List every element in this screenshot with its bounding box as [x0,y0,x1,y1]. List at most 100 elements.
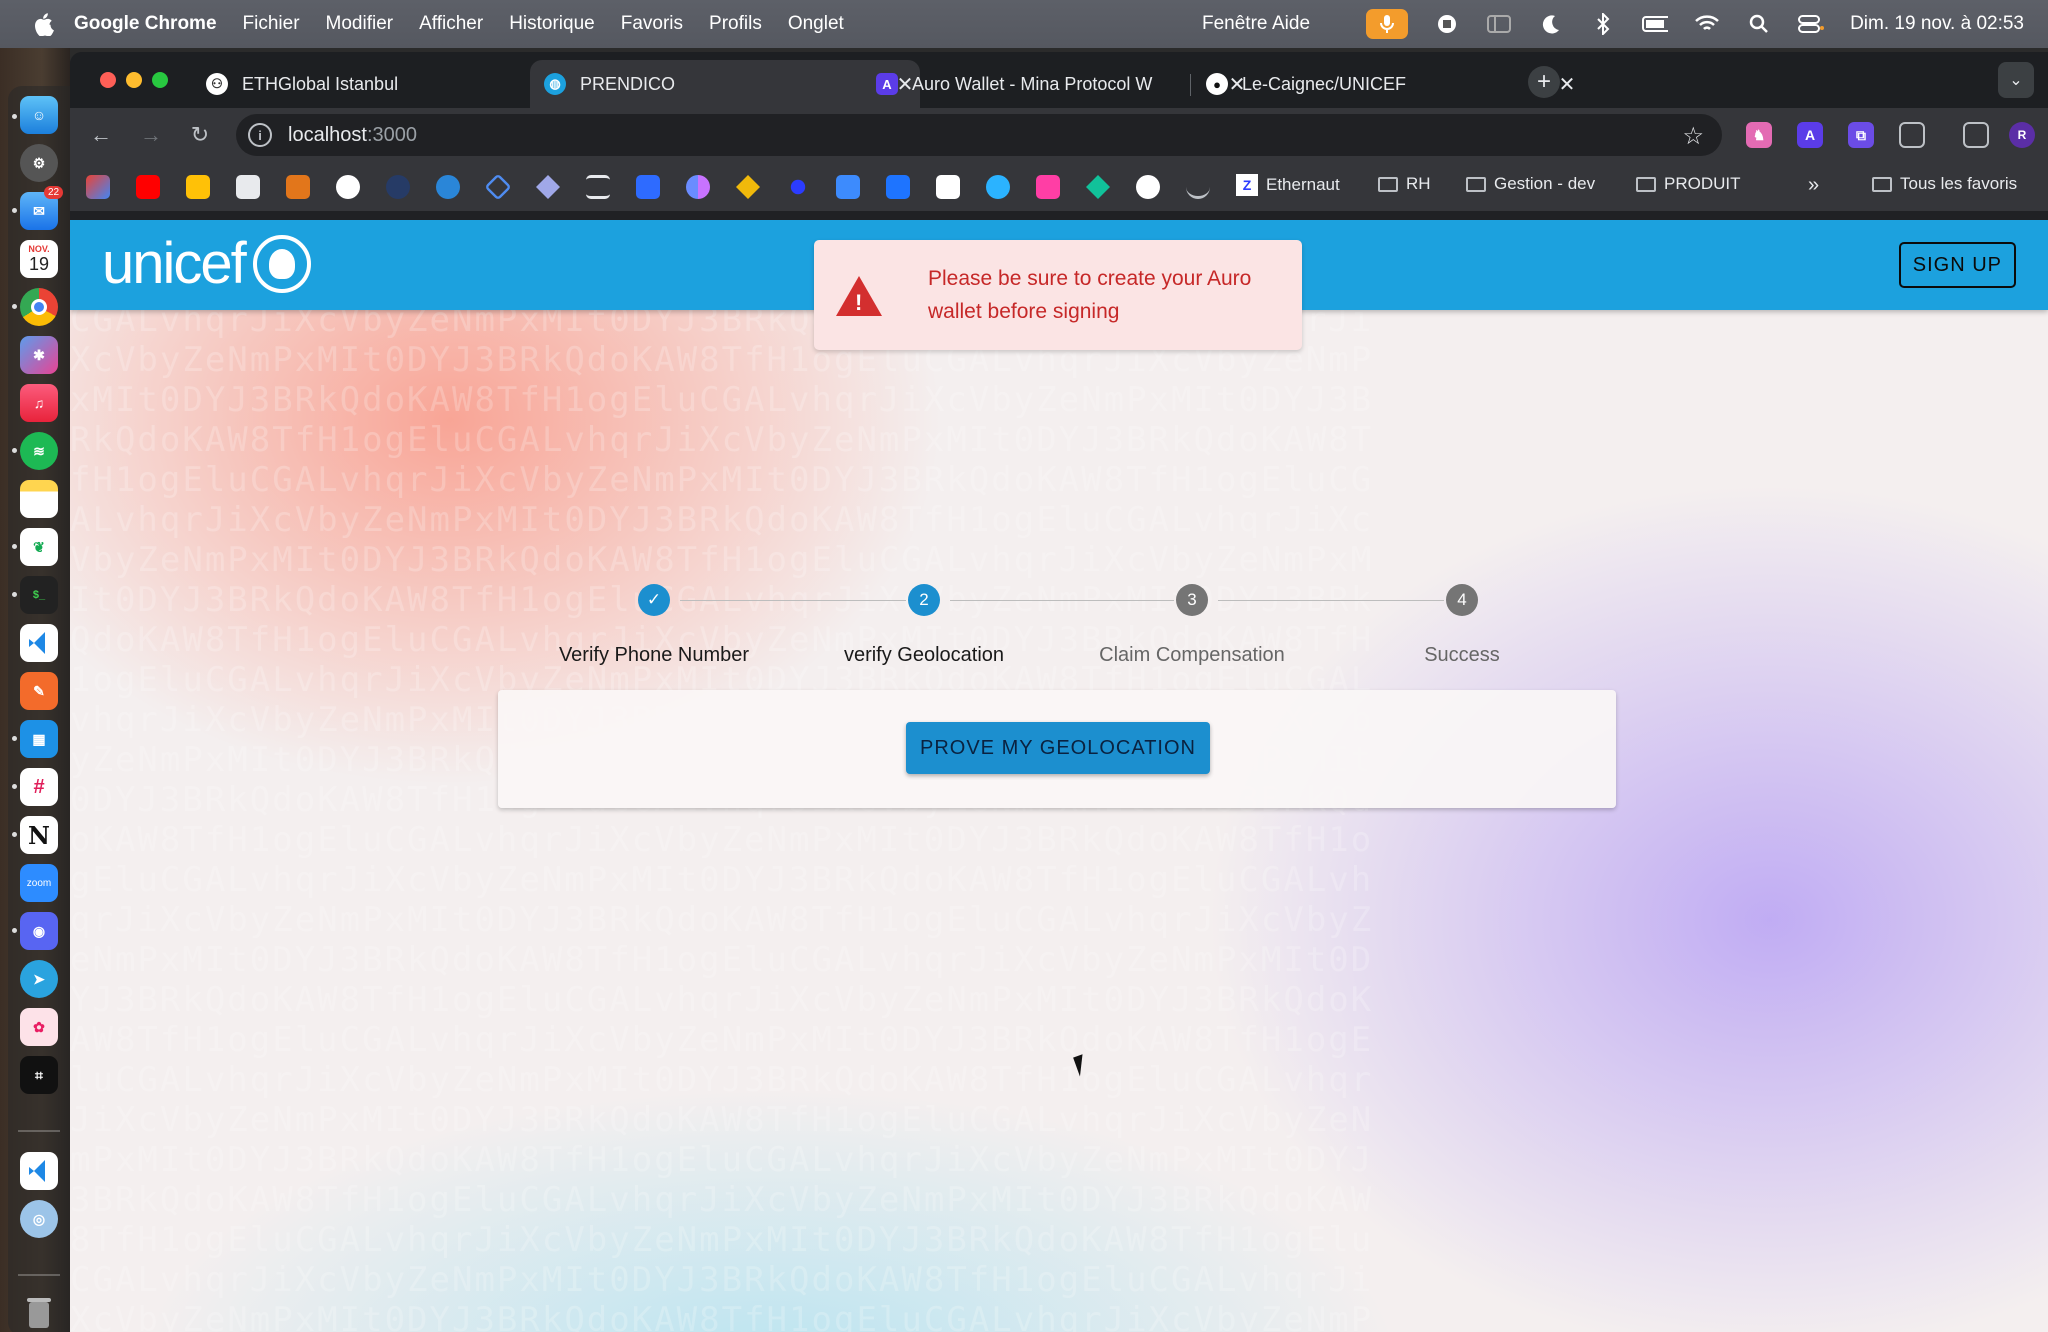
bookmark-icon[interactable] [886,175,910,199]
new-tab-button[interactable]: + [1528,66,1560,98]
profile-avatar[interactable]: R [2009,122,2035,148]
menu-aide[interactable]: Aide [1272,13,1310,35]
back-arrow-icon[interactable]: ← [86,120,116,150]
bookmark-icon[interactable] [936,175,960,199]
extensions-puzzle-icon[interactable] [1899,122,1925,148]
menu-profils[interactable]: Profils [709,13,762,35]
bookmark-icon[interactable] [790,179,806,195]
bookmark-folder-rh[interactable]: RH [1378,174,1431,194]
microphone-icon[interactable] [1366,9,1409,39]
bookmark-icon[interactable] [1136,175,1160,199]
bookmark-icon[interactable] [1036,175,1060,199]
ethereum-bookmark-icon[interactable] [536,175,560,199]
bookmark-icon[interactable] [736,175,760,199]
system-settings-icon[interactable]: ⚙ [20,144,58,182]
metamask-extension-icon[interactable]: ♞ [1746,122,1772,148]
gmail-bookmark-icon[interactable] [86,175,110,199]
bookmark-icon[interactable] [386,175,410,199]
notion-icon[interactable]: N [20,816,58,854]
sign-up-button[interactable]: SIGN UP [1898,242,2016,288]
menu-afficher[interactable]: Afficher [419,13,483,35]
vscode-icon[interactable] [20,624,58,662]
menubar-clock[interactable]: Dim. 19 nov. à 02:53 [1850,13,2024,35]
bookmark-icon[interactable] [636,175,660,199]
stepper-connector [950,600,1174,601]
telegram-icon[interactable]: ➤ [20,960,58,998]
window-close-button[interactable] [100,72,116,88]
spotify-icon[interactable]: ≋ [20,432,58,470]
unicef-logo[interactable]: unicef [102,230,311,297]
finder-icon[interactable]: ☺ [20,96,58,134]
bookmark-icon[interactable] [1086,175,1110,199]
bookmark-ethernaut[interactable]: Z Ethernaut [1236,174,1340,196]
wifi-icon[interactable] [1694,11,1720,37]
moon-icon[interactable] [1538,11,1564,37]
forward-arrow-icon[interactable]: → [136,120,166,150]
metamask-bookmark-icon[interactable] [286,175,310,199]
bookmark-folder-produit[interactable]: PRODUIT [1636,174,1741,194]
bookmark-icon[interactable] [1186,175,1210,199]
reload-icon[interactable]: ↻ [185,120,215,150]
tab-search-chevron-icon[interactable]: ⌄ [1998,62,2034,98]
youtube-bookmark-icon[interactable] [136,175,160,199]
quicktime-icon[interactable]: ◎ [20,1200,58,1238]
postman-icon[interactable]: ✎ [20,672,58,710]
bookmark-icon[interactable] [836,175,860,199]
folder-icon [1378,176,1398,192]
bookmarks-bar: Z Ethernaut RH Gestion - dev PRODUIT » To… [70,162,2048,212]
bookmark-icon[interactable] [686,175,710,199]
control-center-icon[interactable] [1798,11,1825,37]
terminal-icon[interactable]: $_ [20,576,58,614]
pink-app-icon[interactable]: ✿ [20,1008,58,1046]
drive-bookmark-icon[interactable] [186,175,210,199]
bookmark-icon[interactable] [236,175,260,199]
window-minimize-button[interactable] [126,72,142,88]
screenshot-tool-icon[interactable]: ⌗ [20,1056,58,1094]
warning-exclamation: ! [855,290,863,315]
window-zoom-button[interactable] [152,72,168,88]
side-panel-icon[interactable] [1963,122,1989,148]
prove-geolocation-button[interactable]: PROVE MY GEOLOCATION [906,722,1210,774]
music-icon[interactable]: ♫ [20,384,58,422]
discord-icon[interactable]: ◉ [20,912,58,950]
menu-fichier[interactable]: Fichier [243,13,300,35]
menu-fenetre[interactable]: Fenêtre [1202,13,1267,35]
slack-icon[interactable]: # [20,768,58,806]
tab-github-repo[interactable]: ● Le-Caignec/UNICEF ✕ [1192,60,1582,108]
site-info-icon[interactable]: i [248,123,272,147]
bookmark-icon[interactable] [436,175,460,199]
mongodb-icon[interactable]: ❦ [20,528,58,566]
github-bookmark-icon[interactable] [336,175,360,199]
menu-modifier[interactable]: Modifier [326,13,394,35]
bookmark-star-icon[interactable]: ☆ [1682,122,1704,151]
menu-onglet[interactable]: Onglet [788,13,844,35]
trash-icon[interactable] [20,1294,58,1332]
step-3-number: 3 [1176,584,1208,616]
chrome-icon[interactable] [20,288,58,326]
menu-app-name[interactable]: Google Chrome [74,13,217,35]
auro-extension-icon[interactable]: A [1797,122,1823,148]
address-url[interactable]: localhost:3000 [288,124,417,147]
bluetooth-icon[interactable] [1590,11,1616,37]
calendar-icon[interactable]: NOV. 19 [20,240,58,278]
screen-record-icon[interactable] [1434,11,1460,37]
bookmark-icon[interactable] [484,173,512,201]
address-bar[interactable]: i localhost:3000 ☆ [236,114,1722,156]
bookmark-icon[interactable] [986,175,1010,199]
menu-historique[interactable]: Historique [509,13,595,35]
bookmark-all-favorites[interactable]: Tous les favoris [1872,174,2017,194]
bookmark-folder-gestion-dev[interactable]: Gestion - dev [1466,174,1595,194]
vscode-insiders-icon[interactable] [20,1152,58,1190]
apple-menu-icon[interactable] [24,12,64,36]
bookmark-icon[interactable] [586,175,610,199]
spotlight-search-icon[interactable] [1746,11,1772,37]
sidebar-toggle-icon[interactable] [1486,11,1512,37]
notes-icon[interactable] [20,480,58,518]
zoom-icon[interactable]: zoom [20,864,58,902]
battery-icon[interactable] [1642,11,1669,37]
docker-icon[interactable]: ▦ [20,720,58,758]
paw-app-icon[interactable]: ✱ [20,336,58,374]
menu-favoris[interactable]: Favoris [621,13,683,35]
purple-extension-icon[interactable]: ⧉ [1848,122,1874,148]
more-bookmarks-chevron-icon[interactable]: » [1808,174,1819,197]
